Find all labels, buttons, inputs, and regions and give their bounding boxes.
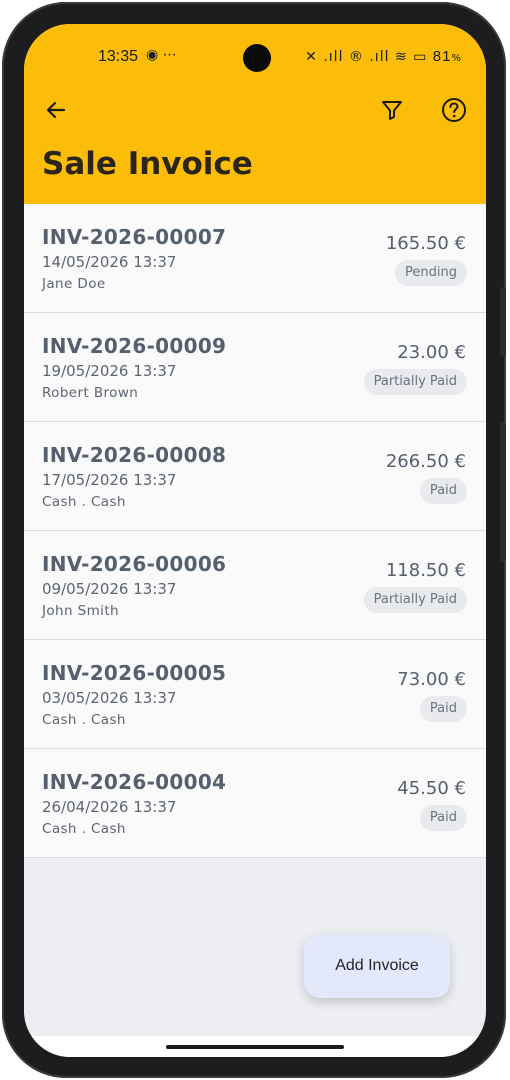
screen: 13:35 ◉ ⋯ ✕ .ıll ® .ıll ≋ ▭ 81% Sale Inv… [24,24,486,1057]
invoice-customer: Jane Doe [42,276,106,292]
status-badge: Paid [419,696,467,722]
invoice-date: 26/04/2026 13:37 [42,798,177,816]
invoice-amount: 73.00 € [397,669,466,690]
invoice-row[interactable]: INV-2026-00007 14/05/2026 13:37 Jane Doe… [24,204,486,313]
invoice-number: INV-2026-00007 [42,225,227,249]
back-button[interactable] [40,94,72,126]
add-invoice-button[interactable]: Add Invoice [304,934,450,998]
power-button [500,422,506,562]
volume-button [500,287,506,357]
invoice-list: INV-2026-00007 14/05/2026 13:37 Jane Doe… [24,204,486,858]
invoice-customer: Cash . Cash [42,821,126,837]
filter-icon [382,101,402,120]
invoice-row[interactable]: INV-2026-00005 03/05/2026 13:37 Cash . C… [24,640,486,749]
invoice-amount: 23.00 € [397,342,466,363]
invoice-date: 19/05/2026 13:37 [42,362,177,380]
phone-frame: 13:35 ◉ ⋯ ✕ .ıll ® .ıll ≋ ▭ 81% Sale Inv… [2,2,506,1078]
invoice-number: INV-2026-00004 [42,770,227,794]
invoice-customer: Robert Brown [42,385,139,401]
app-bar: 13:35 ◉ ⋯ ✕ .ıll ® .ıll ≋ ▭ 81% Sale Inv… [24,24,486,204]
status-time: 13:35 [98,48,139,65]
invoice-row[interactable]: INV-2026-00008 17/05/2026 13:37 Cash . C… [24,422,486,531]
front-camera [243,44,271,72]
help-icon [442,98,466,122]
invoice-date: 03/05/2026 13:37 [42,689,177,707]
invoice-customer: Cash . Cash [42,712,126,728]
invoice-amount: 266.50 € [385,451,466,472]
filter-button[interactable] [376,94,408,126]
invoice-customer: John Smith [42,603,119,619]
help-button[interactable] [438,94,470,126]
gesture-nav-handle[interactable] [166,1045,344,1049]
invoice-date: 14/05/2026 13:37 [42,253,177,271]
invoice-row[interactable]: INV-2026-00009 19/05/2026 13:37 Robert B… [24,313,486,422]
invoice-number: INV-2026-00005 [42,661,227,685]
status-badge: Partially Paid [363,587,467,613]
invoice-row[interactable]: INV-2026-00006 09/05/2026 13:37 John Smi… [24,531,486,640]
arrow-left-icon [46,101,66,119]
status-signal-icons: ✕ .ıll ® .ıll ≋ ▭ [305,49,428,65]
invoice-number: INV-2026-00009 [42,334,227,358]
invoice-amount: 45.50 € [397,778,466,799]
battery-unit: % [451,53,462,64]
status-badge: Partially Paid [363,369,467,395]
invoice-date: 09/05/2026 13:37 [42,580,177,598]
status-badge: Paid [419,478,467,504]
invoice-number: INV-2026-00008 [42,443,227,467]
page-title: Sale Invoice [42,146,253,182]
status-badge: Pending [395,260,467,286]
invoice-customer: Cash . Cash [42,494,126,510]
invoice-amount: 118.50 € [385,560,466,581]
invoice-number: INV-2026-00006 [42,552,227,576]
status-badge: Paid [419,805,467,831]
invoice-row[interactable]: INV-2026-00004 26/04/2026 13:37 Cash . C… [24,749,486,858]
invoice-amount: 165.50 € [385,233,466,254]
status-notification-icons: ◉ ⋯ [146,47,177,63]
status-system-icons: ✕ .ıll ® .ıll ≋ ▭ 81% [305,48,462,65]
invoice-date: 17/05/2026 13:37 [42,471,177,489]
battery-level: 81 [432,48,452,65]
